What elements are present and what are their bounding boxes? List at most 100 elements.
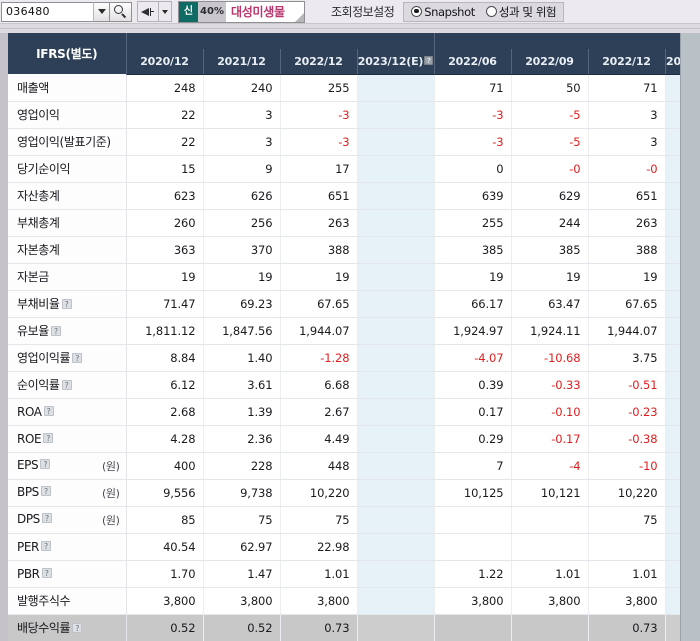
data-cell (664, 263, 680, 291)
company-name: 대성미생물 (231, 5, 285, 19)
row-label-cell: 매출액 (8, 74, 127, 102)
help-icon[interactable]: ? (40, 486, 51, 496)
help-icon[interactable]: ? (61, 379, 72, 390)
data-cell: 256 (202, 209, 280, 237)
table-row[interactable]: 자본금 19 19 19 19 19 19 (8, 263, 680, 291)
help-icon[interactable]: ? (72, 352, 83, 363)
data-cell (433, 506, 511, 534)
data-cell: 66.17 (433, 290, 511, 318)
table-row[interactable]: EPS? (원) 400 228 448 7 -4 -10 (8, 452, 680, 480)
column-header-2022-06[interactable]: 2022/06 (433, 49, 511, 75)
table-row[interactable]: 부채총계 260 256 263 255 244 263 (8, 209, 680, 237)
speaker-dropdown-button[interactable] (159, 1, 172, 22)
column-header-2022-12[interactable]: 2022/12 (279, 49, 357, 75)
radio-performance-risk[interactable]: 성과 및 위험 (485, 4, 557, 20)
column-header-2023-03-e-[interactable]: 2023/03(E)? (664, 49, 680, 75)
help-icon[interactable]: ? (424, 56, 434, 66)
column-header-2022-09[interactable]: 2022/09 (510, 49, 588, 75)
column-header-2023-12-e-[interactable]: 2023/12(E)? (356, 49, 434, 75)
data-cell: 75 (202, 506, 280, 534)
row-label: PBR (17, 566, 40, 581)
radio-snapshot[interactable]: Snapshot (411, 5, 475, 19)
help-icon[interactable]: ? (40, 459, 51, 469)
data-cell: 19 (510, 263, 588, 291)
data-cell: 1,944.07 (279, 317, 357, 345)
data-cell: 623 (125, 182, 203, 210)
column-header-2021-12[interactable]: 2021/12 (202, 49, 280, 75)
data-cell (356, 533, 434, 561)
data-cell (664, 425, 680, 453)
left-rail (0, 33, 8, 641)
data-cell: 1.01 (587, 560, 665, 588)
help-icon[interactable]: ? (72, 622, 83, 633)
data-cell: 363 (125, 236, 203, 264)
resize-handle-icon[interactable] (295, 12, 304, 22)
table-row[interactable]: 순이익률? 6.12 3.61 6.68 0.39 -0.33 -0.51 (8, 371, 680, 399)
help-icon[interactable]: ? (61, 298, 72, 309)
help-icon[interactable]: ? (41, 513, 52, 523)
row-label: 유보율 (17, 324, 49, 338)
data-cell: 75 (587, 506, 665, 534)
data-cell: 3,800 (510, 587, 588, 615)
table-row[interactable]: BPS? (원) 9,556 9,738 10,220 10,125 10,121 10,22… (8, 479, 680, 507)
stock-code-field[interactable]: 036480 (1, 1, 93, 22)
data-cell: 2.68 (125, 398, 203, 426)
table-row[interactable]: 부채비율? 71.47 69.23 67.65 66.17 63.47 67.65 (8, 290, 680, 318)
data-cell: 1,924.97 (433, 317, 511, 345)
company-name-box[interactable]: 신 40% 대성미생물 (178, 0, 305, 23)
stock-code-dropdown-button[interactable] (93, 1, 110, 22)
table-row[interactable]: 발행주식수 3,800 3,800 3,800 3,800 3,800 3,800 (8, 587, 680, 615)
data-cell: 1.40 (202, 344, 280, 372)
data-cell: 50 (510, 74, 588, 102)
row-label: EPS (17, 457, 39, 472)
table-row[interactable]: DPS? (원) 85 75 75 75 (8, 506, 680, 534)
data-cell (356, 560, 434, 588)
row-label-cell: 당기순이익 (8, 155, 127, 183)
data-cell: 22 (125, 128, 203, 156)
data-cell (356, 236, 434, 264)
help-icon[interactable]: ? (50, 325, 61, 336)
row-label: 자산총계 (17, 189, 60, 203)
table-row[interactable]: 매출액 248 240 255 71 50 71 (8, 74, 680, 102)
data-cell: 6.12 (125, 371, 203, 399)
table-row[interactable]: 당기순이익 15 9 17 0 -0 -0 (8, 155, 680, 183)
search-button[interactable] (110, 1, 132, 22)
table-row[interactable]: ROA? 2.68 1.39 2.67 0.17 -0.10 -0.23 (8, 398, 680, 426)
row-label: ROE (17, 431, 42, 446)
data-cell: 1.01 (279, 560, 357, 588)
table-row[interactable]: 자산총계 623 626 651 639 629 651 (8, 182, 680, 210)
data-cell: 71.47 (125, 290, 203, 318)
column-header-2020-12[interactable]: 2020/12 (125, 49, 203, 75)
data-cell: 10,121 (510, 479, 588, 507)
data-cell (356, 74, 434, 102)
row-label: 배당수익률 (17, 621, 71, 635)
table-row[interactable]: ROE? 4.28 2.36 4.49 0.29 -0.17 -0.38 (8, 425, 680, 453)
table-row[interactable]: 배당수익률? 0.52 0.52 0.73 0.73 (8, 614, 680, 641)
help-icon[interactable]: ? (41, 568, 52, 578)
data-cell: -0.17 (510, 425, 588, 453)
data-cell: -1.28 (279, 344, 357, 372)
data-cell: 71 (433, 74, 511, 102)
help-icon[interactable]: ? (43, 406, 54, 416)
data-cell (356, 506, 434, 534)
table-row[interactable]: 유보율? 1,811.12 1,847.56 1,944.07 1,924.97 1,92… (8, 317, 680, 345)
table-row[interactable]: PER? 40.54 62.97 22.98 (8, 533, 680, 561)
column-header-label: 2023/12(E) (357, 54, 424, 68)
data-cell: -0 (587, 155, 665, 183)
radio-on-icon (411, 6, 423, 17)
table-row[interactable]: 영업이익률? 8.84 1.40 -1.28 -4.07 -10.68 3.75 (8, 344, 680, 372)
table-head: IFRS(별도) 2020/12 2021/12 2022/12 2023/12(E)… (8, 33, 680, 75)
table-row[interactable]: 영업이익(발표기준) 22 3 -3 -3 -5 3 (8, 128, 680, 156)
table-row[interactable]: 영업이익 22 3 -3 -3 -5 3 (8, 101, 680, 129)
data-cell (664, 533, 680, 561)
help-icon[interactable]: ? (43, 433, 54, 443)
column-header-2022-12[interactable]: 2022/12 (587, 49, 665, 75)
help-icon[interactable]: ? (40, 541, 51, 551)
vertical-scrollbar[interactable] (680, 33, 700, 641)
financial-summary-table: IFRS(별도) 2020/12 2021/12 2022/12 2023/12(E)… (8, 33, 680, 641)
table-row[interactable]: PBR? 1.70 1.47 1.01 1.22 1.01 1.01 (8, 560, 680, 588)
row-label-cell: 부채비율? (8, 290, 127, 318)
data-cell: 0.73 (279, 614, 357, 641)
table-row[interactable]: 자본총계 363 370 388 385 385 388 (8, 236, 680, 264)
speaker-button[interactable] (137, 1, 159, 22)
